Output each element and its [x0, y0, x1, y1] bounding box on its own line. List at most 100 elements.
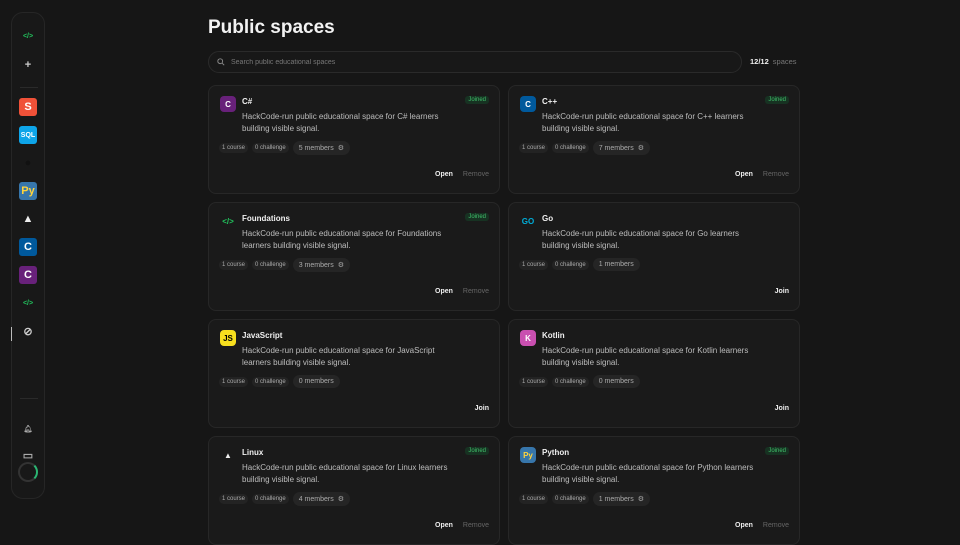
- space-description: HackCode-run public educational space fo…: [242, 463, 448, 484]
- members-button[interactable]: 1 members: [592, 258, 640, 271]
- challenge-count: 0 challenge: [252, 376, 289, 387]
- search-bar[interactable]: [208, 51, 742, 73]
- members-count: 3 members: [298, 261, 334, 269]
- space-description: HackCode-run public educational space fo…: [542, 112, 744, 133]
- members-count: 1 members: [598, 495, 634, 503]
- course-count: 1 course: [519, 259, 549, 270]
- sidebar-item-sql[interactable]: SQL: [19, 126, 37, 144]
- space-card[interactable]: C C# Joined HackCode-run public educatio…: [208, 85, 500, 194]
- user-avatar[interactable]: [18, 462, 38, 482]
- space-name: Kotlin: [542, 331, 565, 340]
- remove-button[interactable]: Remove: [463, 288, 489, 295]
- space-card[interactable]: </> Foundations Joined HackCode-run publ…: [208, 202, 500, 311]
- language-icon: K: [520, 330, 536, 346]
- challenge-count: 0 challenge: [552, 494, 589, 504]
- space-name: Python: [542, 448, 570, 457]
- sidebar-item-python[interactable]: Py: [19, 182, 37, 200]
- active-indicator: [11, 327, 12, 341]
- sidebar-item-add[interactable]: +: [19, 56, 37, 74]
- settings-icon[interactable]: ⚙: [638, 495, 644, 503]
- joined-badge: Joined: [765, 447, 789, 455]
- join-button[interactable]: Join: [775, 405, 789, 412]
- space-name: Linux: [242, 448, 264, 457]
- challenge-count: 0 challenge: [552, 143, 589, 153]
- settings-icon[interactable]: ⚙: [338, 495, 344, 503]
- course-count: 1 course: [519, 143, 549, 153]
- page-title: Public spaces: [208, 17, 335, 38]
- challenge-count: 0 challenge: [252, 143, 289, 153]
- sidebar-item-linux[interactable]: ▲: [19, 210, 37, 228]
- language-icon: GO: [521, 216, 535, 226]
- course-count: 1 course: [219, 143, 249, 153]
- members-count: 7 members: [598, 144, 634, 152]
- search-input[interactable]: [231, 58, 711, 66]
- spaces-count: 12/12 spaces: [750, 57, 797, 66]
- language-icon: C: [220, 96, 236, 112]
- language-icon: ▲: [224, 450, 232, 460]
- language-icon: Py: [520, 447, 536, 463]
- sidebar-item-explore[interactable]: ⊘: [19, 322, 37, 340]
- sidebar-item-csharp[interactable]: C: [19, 266, 37, 284]
- sidebar-item-swift[interactable]: S: [19, 98, 37, 116]
- course-count: 1 course: [219, 376, 249, 387]
- open-button[interactable]: Open: [435, 171, 453, 178]
- open-button[interactable]: Open: [735, 171, 753, 178]
- sidebar-item-feedback[interactable]: ▭: [19, 446, 37, 464]
- members-button[interactable]: 5 members ⚙: [292, 141, 351, 155]
- sidebar-item-cpp[interactable]: C: [19, 238, 37, 256]
- space-card[interactable]: C C++ Joined HackCode-run public educati…: [508, 85, 800, 194]
- sidebar-item-code[interactable]: </>: [19, 27, 37, 45]
- spaces-grid: C C# Joined HackCode-run public educatio…: [208, 85, 800, 545]
- open-button[interactable]: Open: [735, 522, 753, 529]
- open-button[interactable]: Open: [435, 288, 453, 295]
- search-icon: [217, 58, 225, 66]
- open-button[interactable]: Open: [435, 522, 453, 529]
- space-card[interactable]: Py Python Joined HackCode-run public edu…: [508, 436, 800, 545]
- space-card[interactable]: ▲ Linux Joined HackCode-run public educa…: [208, 436, 500, 545]
- language-icon: </>: [222, 216, 234, 226]
- course-count: 1 course: [219, 494, 249, 504]
- sidebar-item-foundations[interactable]: </>: [19, 294, 37, 312]
- members-button[interactable]: 3 members ⚙: [292, 258, 351, 272]
- count-value: 12/12: [750, 57, 769, 66]
- members-button[interactable]: 0 members: [292, 375, 340, 388]
- members-button[interactable]: 1 members ⚙: [592, 492, 651, 506]
- settings-icon[interactable]: ⚙: [338, 261, 344, 269]
- settings-icon[interactable]: ⚙: [338, 144, 344, 152]
- joined-badge: Joined: [765, 96, 789, 104]
- space-description: HackCode-run public educational space fo…: [242, 229, 442, 250]
- members-count: 4 members: [298, 495, 334, 503]
- members-button[interactable]: 0 members: [592, 375, 640, 388]
- space-description: HackCode-run public educational space fo…: [542, 229, 739, 250]
- remove-button[interactable]: Remove: [463, 171, 489, 178]
- members-count: 0 members: [598, 378, 634, 385]
- members-button[interactable]: 4 members ⚙: [292, 492, 351, 506]
- space-description: HackCode-run public educational space fo…: [542, 463, 754, 484]
- space-description: HackCode-run public educational space fo…: [542, 346, 749, 367]
- join-button[interactable]: Join: [775, 288, 789, 295]
- joined-badge: Joined: [465, 96, 489, 104]
- language-icon: C: [520, 96, 536, 112]
- course-count: 1 course: [519, 376, 549, 387]
- join-button[interactable]: Join: [475, 405, 489, 412]
- space-name: JavaScript: [242, 331, 283, 340]
- count-label: spaces: [772, 57, 797, 66]
- divider: [20, 398, 38, 399]
- space-card[interactable]: GO Go HackCode-run public educational sp…: [508, 202, 800, 311]
- challenge-count: 0 challenge: [552, 259, 589, 270]
- challenge-count: 0 challenge: [252, 260, 289, 270]
- language-icon: JS: [220, 330, 236, 346]
- members-button[interactable]: 7 members ⚙: [592, 141, 651, 155]
- space-card[interactable]: JS JavaScript HackCode-run public educat…: [208, 319, 500, 428]
- sidebar-item-notifications[interactable]: 🔔︎: [19, 420, 37, 438]
- challenge-count: 0 challenge: [552, 376, 589, 387]
- settings-icon[interactable]: ⚙: [638, 144, 644, 152]
- remove-button[interactable]: Remove: [763, 171, 789, 178]
- space-card[interactable]: K Kotlin HackCode-run public educational…: [508, 319, 800, 428]
- remove-button[interactable]: Remove: [463, 522, 489, 529]
- joined-badge: Joined: [465, 447, 489, 455]
- remove-button[interactable]: Remove: [763, 522, 789, 529]
- space-name: C#: [242, 97, 253, 106]
- sidebar-rail: </> + S SQL ● Py ▲ C C </> ⊘ 🔔︎ ▭: [11, 12, 45, 499]
- sidebar-item-github[interactable]: ●: [19, 154, 37, 172]
